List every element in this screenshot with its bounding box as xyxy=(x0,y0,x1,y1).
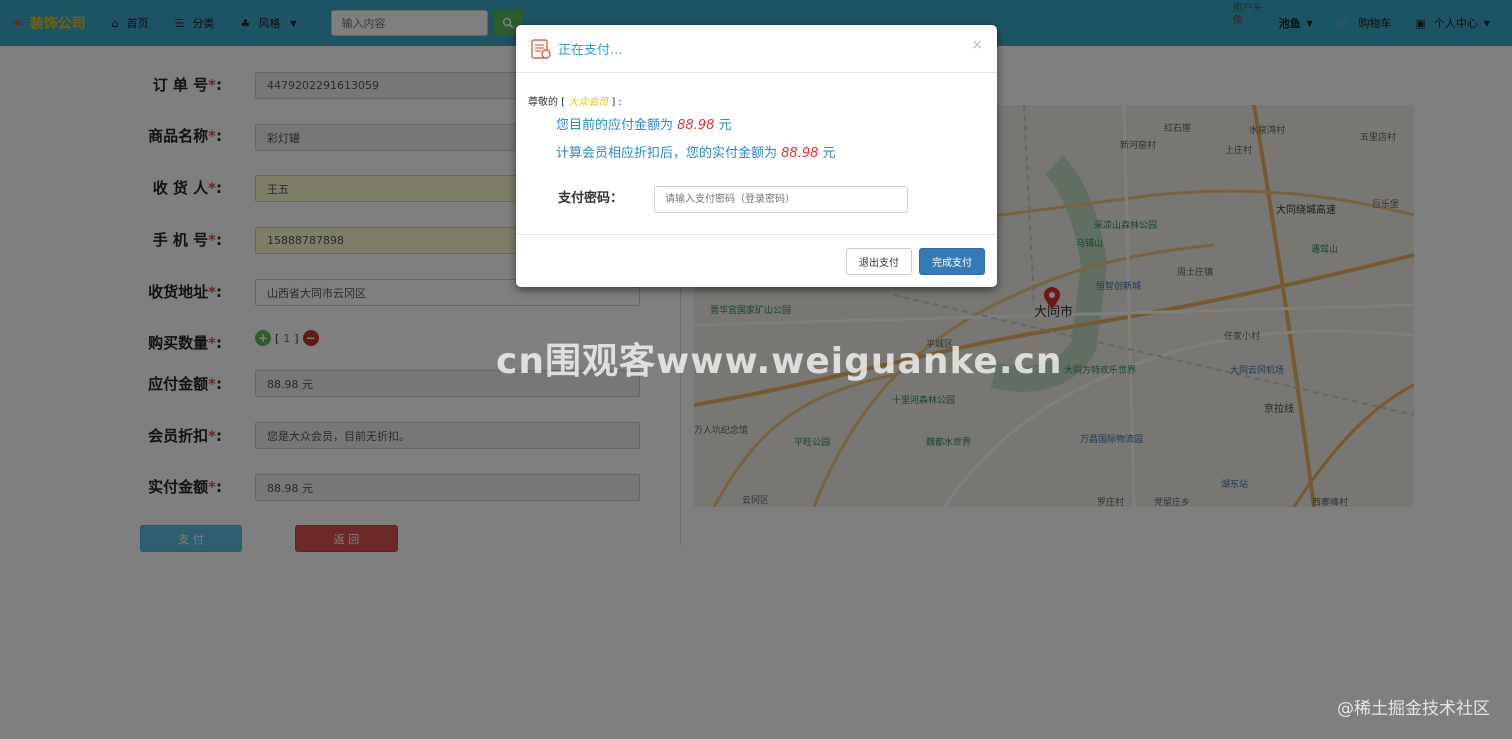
payment-password-input[interactable] xyxy=(654,186,908,213)
member-level: 大众会员 xyxy=(568,97,609,108)
payable-amount: 88.98 xyxy=(677,118,715,133)
payment-modal: 正在支付... × 尊敬的 [ 大众会员 ] : 您目前的应付金额为 88.98… xyxy=(516,25,997,287)
member-greeting: 尊敬的 [ 大众会员 ] : xyxy=(528,97,622,108)
actual-amount: 88.98 xyxy=(781,146,819,161)
close-icon[interactable]: × xyxy=(971,37,983,53)
watermark-center: cn围观客www.weiguanke.cn xyxy=(496,341,1063,382)
modal-header: 正在支付... × xyxy=(516,25,997,73)
exit-payment-button[interactable]: 退出支付 xyxy=(846,248,912,275)
modal-footer: 退出支付 完成支付 xyxy=(516,234,997,287)
payment-form-icon xyxy=(531,38,551,59)
password-label: 支付密码： xyxy=(558,191,624,206)
watermark-corner: @稀土掘金技术社区 xyxy=(1337,699,1490,719)
actual-amount-line: 计算会员相应折扣后，您的实付金额为 88.98 元 xyxy=(556,146,836,161)
modal-title: 正在支付... xyxy=(558,43,623,58)
payable-amount-line: 您目前的应付金额为 88.98 元 xyxy=(556,118,732,133)
complete-payment-button[interactable]: 完成支付 xyxy=(919,248,985,275)
